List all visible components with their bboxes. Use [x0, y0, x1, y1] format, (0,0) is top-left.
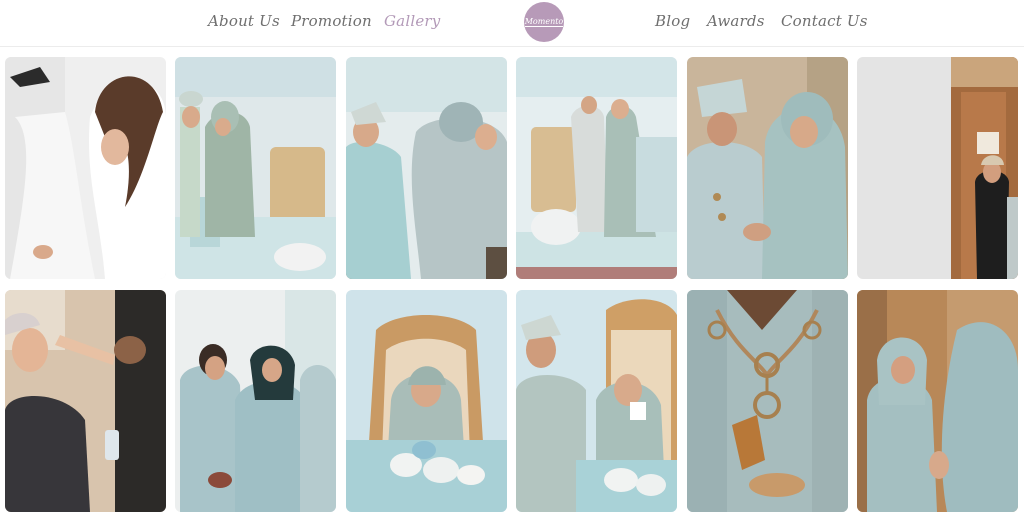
- gallery-photo-bride-mirror[interactable]: [857, 290, 1018, 512]
- nav-link-blog[interactable]: Blog: [655, 12, 690, 30]
- brand-logo-text: Momento: [524, 17, 564, 27]
- gallery-photo-couple-dais[interactable]: [175, 57, 336, 279]
- nav-link-gallery[interactable]: Gallery: [384, 12, 440, 30]
- gallery-photo-couple-seated[interactable]: [516, 290, 677, 512]
- brand-logo[interactable]: Momento: [524, 2, 564, 42]
- photo-gallery: [0, 0, 1024, 516]
- nav-link-promotion[interactable]: Promotion: [291, 12, 372, 30]
- nav-link-awards[interactable]: Awards: [707, 12, 765, 30]
- gallery-photo-bride-door[interactable]: [857, 57, 1018, 279]
- top-navigation: About Us Promotion Gallery Momento Blog …: [0, 0, 1024, 47]
- gallery-photo-bride-makeup[interactable]: [5, 290, 166, 512]
- nav-link-contact-us[interactable]: Contact Us: [781, 12, 868, 30]
- gallery-photo-bridesmaids[interactable]: [175, 290, 336, 512]
- gallery-photo-bride-throne[interactable]: [346, 290, 507, 512]
- gallery-photo-groom-detail[interactable]: [687, 290, 848, 512]
- nav-link-about-us[interactable]: About Us: [208, 12, 280, 30]
- gallery-photo-couple-embrace[interactable]: [346, 57, 507, 279]
- gallery-photo-bride-dress[interactable]: [5, 57, 166, 279]
- gallery-photo-couple-standing[interactable]: [516, 57, 677, 279]
- gallery-photo-ring-exchange[interactable]: [687, 57, 848, 279]
